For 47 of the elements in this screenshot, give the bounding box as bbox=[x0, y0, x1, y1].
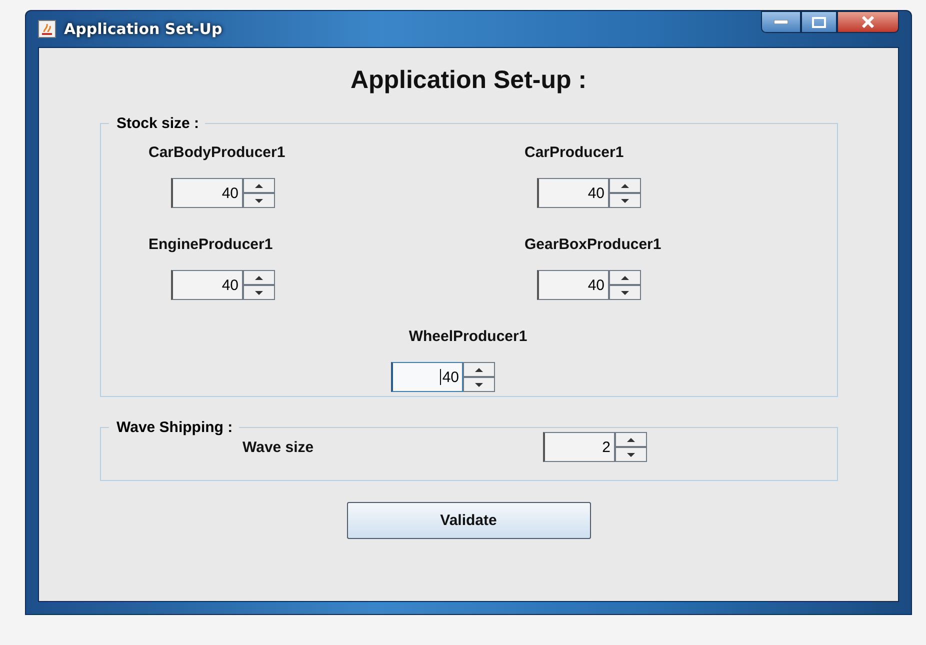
down-arrow-icon bbox=[626, 452, 634, 456]
spin-up-button[interactable] bbox=[608, 270, 640, 285]
dialog-heading: Application Set-up : bbox=[350, 66, 587, 95]
minimize-button[interactable] bbox=[761, 11, 801, 33]
up-arrow-icon bbox=[620, 276, 628, 280]
maximize-icon bbox=[812, 16, 826, 28]
field-label: CarBodyProducer1 bbox=[148, 144, 286, 161]
spin-down-button[interactable] bbox=[242, 193, 274, 208]
validate-button[interactable]: Validate bbox=[346, 502, 590, 539]
number-field[interactable]: 2 bbox=[542, 432, 614, 462]
up-arrow-icon bbox=[254, 276, 262, 280]
window-title: Application Set-Up bbox=[64, 20, 224, 38]
up-arrow-icon bbox=[626, 438, 634, 442]
spin-down-button[interactable] bbox=[608, 285, 640, 300]
field-label: Wave size bbox=[242, 438, 315, 456]
spin-up-button[interactable] bbox=[463, 362, 495, 377]
spin-up-button[interactable] bbox=[242, 270, 274, 285]
close-button[interactable] bbox=[837, 11, 899, 33]
number-field[interactable]: 40 bbox=[170, 270, 242, 300]
number-field[interactable]: 40 bbox=[536, 178, 608, 208]
down-arrow-icon bbox=[254, 290, 262, 294]
spin-up-button[interactable] bbox=[608, 178, 640, 193]
spin-down-button[interactable] bbox=[242, 285, 274, 300]
minimize-icon bbox=[774, 20, 788, 24]
number-field[interactable]: 40 bbox=[170, 178, 242, 208]
spin-down-button[interactable] bbox=[614, 447, 646, 462]
app-icon bbox=[38, 20, 56, 38]
up-arrow-icon bbox=[620, 184, 628, 188]
close-icon bbox=[861, 16, 875, 28]
spin-down-button[interactable] bbox=[608, 193, 640, 208]
field-label: CarProducer1 bbox=[524, 144, 625, 161]
up-arrow-icon bbox=[475, 368, 483, 372]
number-field[interactable]: 40 bbox=[536, 270, 608, 300]
up-arrow-icon bbox=[254, 184, 262, 188]
down-arrow-icon bbox=[620, 290, 628, 294]
field-label: WheelProducer1 bbox=[408, 328, 528, 345]
down-arrow-icon bbox=[620, 198, 628, 202]
down-arrow-icon bbox=[254, 198, 262, 202]
text-cursor bbox=[440, 369, 442, 385]
spin-up-button[interactable] bbox=[614, 432, 646, 447]
down-arrow-icon bbox=[475, 382, 483, 386]
maximize-button[interactable] bbox=[801, 11, 837, 33]
number-field[interactable]: 40 bbox=[391, 362, 463, 392]
spin-up-button[interactable] bbox=[242, 178, 274, 193]
field-label: EngineProducer1 bbox=[148, 236, 274, 253]
field-label: GearBoxProducer1 bbox=[524, 236, 662, 253]
spin-down-button[interactable] bbox=[463, 377, 495, 392]
